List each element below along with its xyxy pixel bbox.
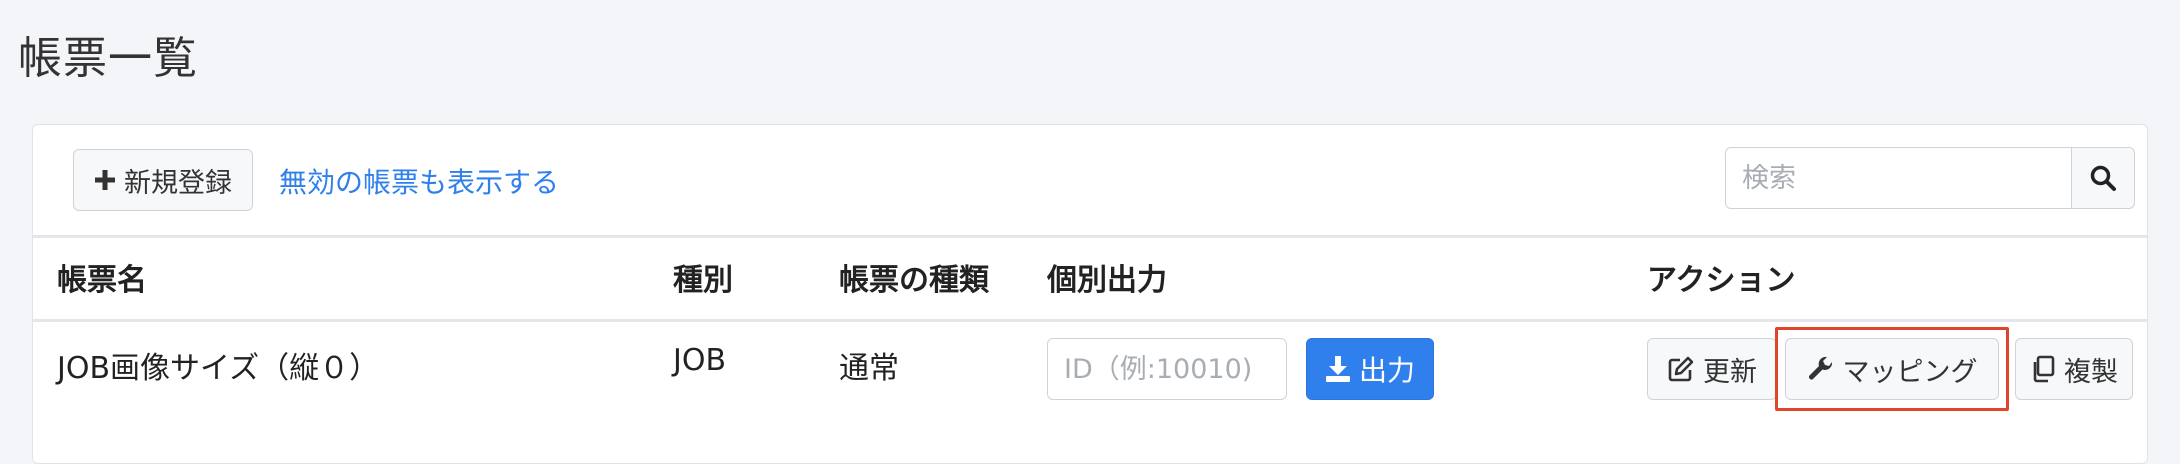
- search-icon: [2090, 165, 2116, 191]
- report-list-card: 新規登録 無効の帳票も表示する 帳票名 種別 帳票の種類 個別出力 アクション …: [32, 124, 2148, 464]
- mapping-label: マッピング: [1842, 356, 1978, 388]
- wrench-icon: [1808, 356, 1832, 380]
- id-input[interactable]: [1047, 338, 1287, 400]
- update-label: 更新: [1703, 356, 1757, 388]
- page-title: 帳票一覧: [18, 33, 198, 84]
- header-divider-bottom: [33, 319, 2147, 322]
- type-cell: JOB: [673, 343, 727, 378]
- copy-button[interactable]: 複製: [2015, 338, 2133, 400]
- plus-icon: [95, 170, 115, 190]
- new-register-button[interactable]: 新規登録: [73, 149, 253, 211]
- kind-cell: 通常: [839, 351, 899, 386]
- copy-icon: [2033, 355, 2055, 383]
- new-register-label: 新規登録: [124, 167, 232, 199]
- column-header-report-name: 帳票名: [57, 263, 147, 298]
- mapping-button[interactable]: マッピング: [1785, 338, 1999, 400]
- header-divider-top: [33, 235, 2147, 238]
- edit-icon: [1668, 356, 1694, 382]
- output-label: 出力: [1358, 354, 1415, 387]
- update-button[interactable]: 更新: [1647, 338, 1777, 400]
- output-button[interactable]: 出力: [1306, 338, 1434, 400]
- column-header-report-kind: 帳票の種類: [839, 263, 989, 298]
- column-header-individual-output: 個別出力: [1047, 263, 1167, 298]
- column-header-type: 種別: [673, 263, 733, 298]
- download-icon: [1325, 356, 1350, 382]
- search-button[interactable]: [2071, 147, 2135, 209]
- column-header-actions: アクション: [1647, 263, 1796, 298]
- report-name-cell: JOB画像サイズ（縦０）: [57, 351, 380, 386]
- show-invalid-reports-link[interactable]: 無効の帳票も表示する: [279, 161, 559, 201]
- search-input[interactable]: [1725, 147, 2071, 209]
- copy-label: 複製: [2064, 356, 2118, 388]
